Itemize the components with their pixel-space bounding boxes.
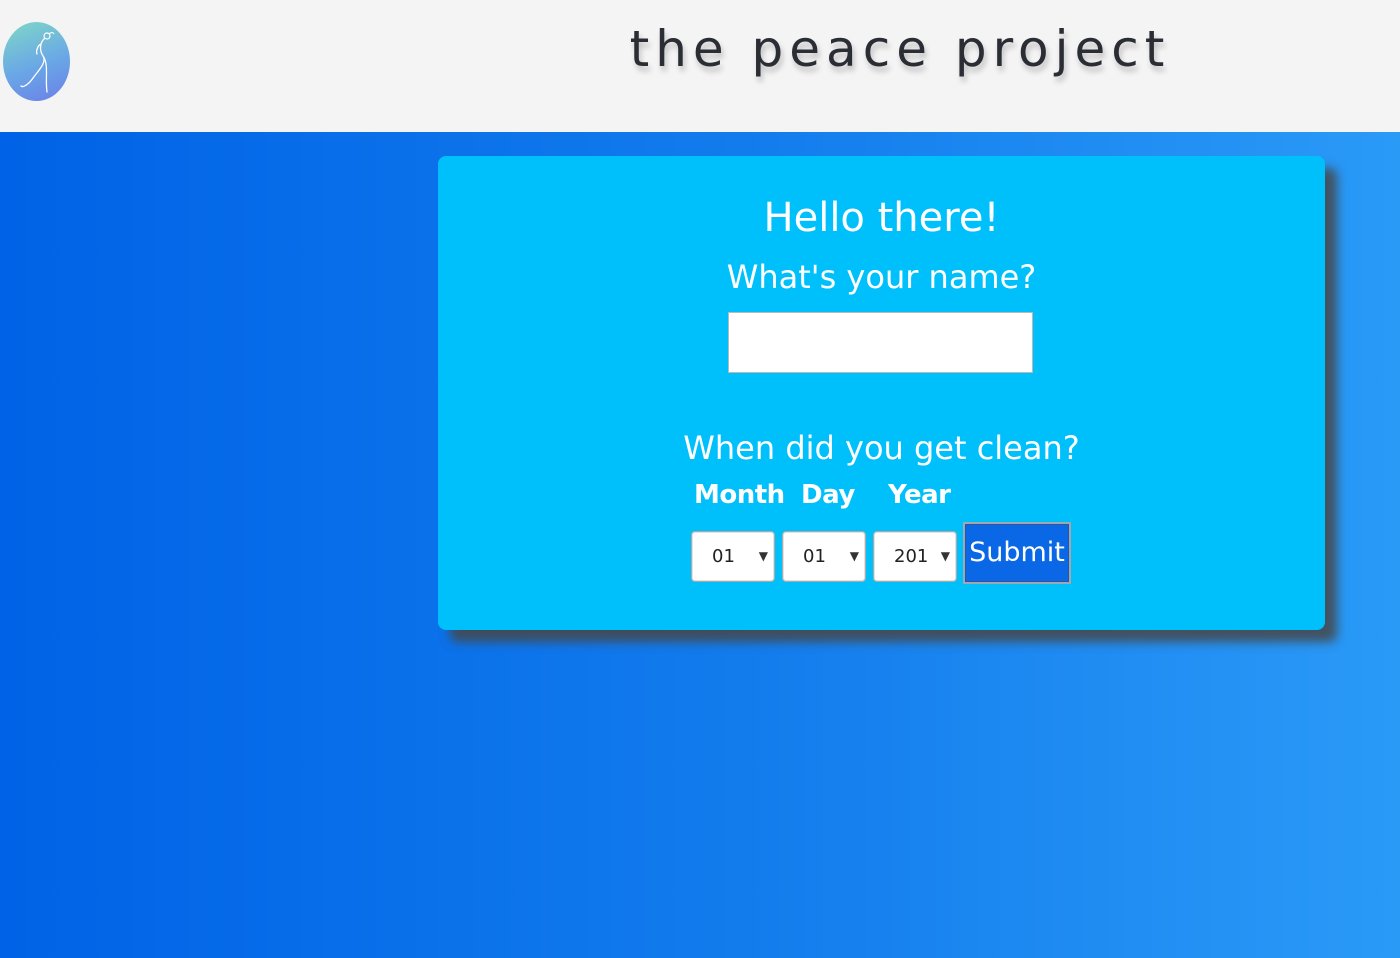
year-select[interactable]: 201 ▼ <box>873 531 957 582</box>
day-label: Day <box>801 480 855 510</box>
peace-figure-logo-icon[interactable] <box>3 22 70 101</box>
greeting-heading: Hello there! <box>763 195 1000 241</box>
year-select-value: 201 <box>894 546 929 567</box>
month-label: Month <box>694 480 785 510</box>
submit-button[interactable]: Submit <box>963 522 1071 584</box>
year-label: Year <box>888 480 951 510</box>
site-title: the peace project <box>629 20 1171 78</box>
chevron-down-icon: ▼ <box>849 549 859 563</box>
chevron-down-icon: ▼ <box>940 549 950 563</box>
month-select[interactable]: 01 ▼ <box>691 531 775 582</box>
name-input[interactable] <box>728 312 1033 373</box>
name-question-label: What's your name? <box>726 258 1037 296</box>
day-select[interactable]: 01 ▼ <box>782 531 866 582</box>
clean-date-question-label: When did you get clean? <box>683 429 1080 467</box>
day-select-value: 01 <box>803 546 826 567</box>
signup-card: Hello there! What's your name? When did … <box>438 156 1325 630</box>
month-select-value: 01 <box>712 546 735 567</box>
chevron-down-icon: ▼ <box>758 549 768 563</box>
site-header: the peace project <box>0 0 1400 132</box>
